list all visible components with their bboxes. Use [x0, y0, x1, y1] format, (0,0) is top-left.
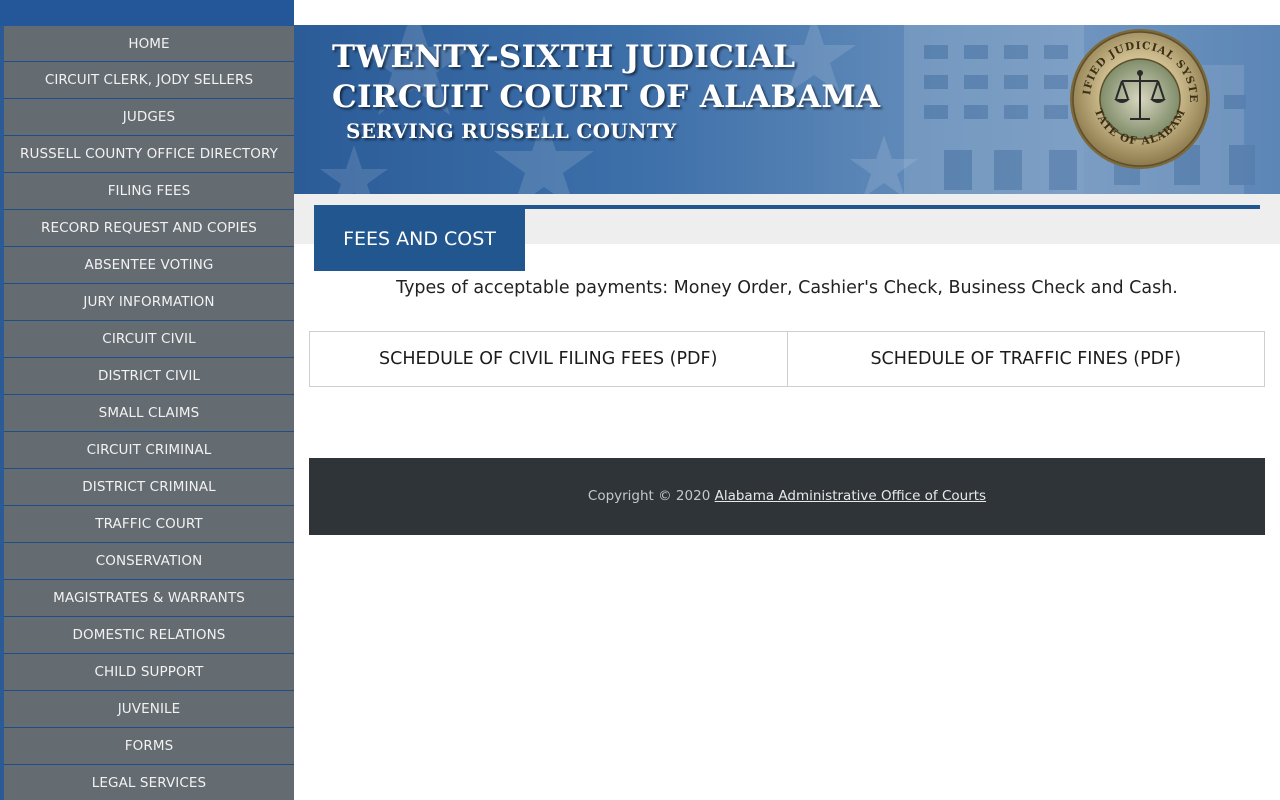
sidebar-item-child-support[interactable]: CHILD SUPPORT: [4, 654, 294, 691]
sidebar-item-circuit-clerk[interactable]: CIRCUIT CLERK, JODY SELLERS: [4, 62, 294, 99]
nav-list: HOME CIRCUIT CLERK, JODY SELLERS JUDGES …: [0, 26, 294, 800]
sidebar-item-filing-fees[interactable]: FILING FEES: [4, 173, 294, 210]
traffic-fines-pdf-button[interactable]: SCHEDULE OF TRAFFIC FINES (PDF): [787, 331, 1265, 387]
sidebar-nav: HOME CIRCUIT CLERK, JODY SELLERS JUDGES …: [0, 0, 294, 800]
sidebar-item-traffic-court[interactable]: TRAFFIC COURT: [4, 506, 294, 543]
banner-title: TWENTY-SIXTH JUDICIAL CIRCUIT COURT OF A…: [332, 37, 880, 117]
banner-title-line2: CIRCUIT COURT OF ALABAMA: [332, 79, 881, 115]
footer-copyright-text: Copyright © 2020: [587, 488, 715, 504]
sidebar-item-domestic-relations[interactable]: DOMESTIC RELATIONS: [4, 617, 294, 654]
sidebar-item-forms[interactable]: FORMS: [4, 728, 294, 765]
unified-judicial-system-seal-icon: UNIFIED JUDICIAL SYSTEM STATE OF ALABAMA: [1068, 27, 1210, 169]
banner-subtitle: SERVING RUSSELL COUNTY: [346, 119, 677, 143]
sidebar-item-magistrates-warrants[interactable]: MAGISTRATES & WARRANTS: [4, 580, 294, 617]
sidebar-item-circuit-civil[interactable]: CIRCUIT CIVIL: [4, 321, 294, 358]
civil-filing-fees-pdf-button[interactable]: SCHEDULE OF CIVIL FILING FEES (PDF): [309, 331, 788, 387]
sidebar-item-absentee-voting[interactable]: ABSENTEE VOTING: [4, 247, 294, 284]
sidebar-item-office-directory[interactable]: RUSSELL COUNTY OFFICE DIRECTORY: [4, 136, 294, 173]
sidebar-item-district-civil[interactable]: DISTRICT CIVIL: [4, 358, 294, 395]
sidebar-item-record-request[interactable]: RECORD REQUEST AND COPIES: [4, 210, 294, 247]
sidebar-top-bar: [0, 0, 294, 26]
pdf-links-row: SCHEDULE OF CIVIL FILING FEES (PDF) SCHE…: [309, 331, 1265, 387]
acceptable-payments-text: Types of acceptable payments: Money Orde…: [396, 278, 1178, 298]
sidebar-item-conservation[interactable]: CONSERVATION: [4, 543, 294, 580]
sidebar-item-judges[interactable]: JUDGES: [4, 99, 294, 136]
footer-aoc-link[interactable]: Alabama Administrative Office of Courts: [715, 488, 987, 504]
section-title-tab: FEES AND COST: [314, 208, 525, 271]
header-banner: TWENTY-SIXTH JUDICIAL CIRCUIT COURT OF A…: [294, 25, 1280, 194]
sidebar-item-legal-services[interactable]: LEGAL SERVICES: [4, 765, 294, 800]
sidebar-item-home[interactable]: HOME: [4, 26, 294, 62]
sidebar-item-district-criminal[interactable]: DISTRICT CRIMINAL: [4, 469, 294, 506]
sidebar-item-small-claims[interactable]: SMALL CLAIMS: [4, 395, 294, 432]
banner-title-line1: TWENTY-SIXTH JUDICIAL: [332, 39, 796, 75]
sidebar-item-jury-information[interactable]: JURY INFORMATION: [4, 284, 294, 321]
sidebar-item-circuit-criminal[interactable]: CIRCUIT CRIMINAL: [4, 432, 294, 469]
sidebar-item-juvenile[interactable]: JUVENILE: [4, 691, 294, 728]
page-footer: Copyright © 2020 Alabama Administrative …: [309, 458, 1265, 535]
